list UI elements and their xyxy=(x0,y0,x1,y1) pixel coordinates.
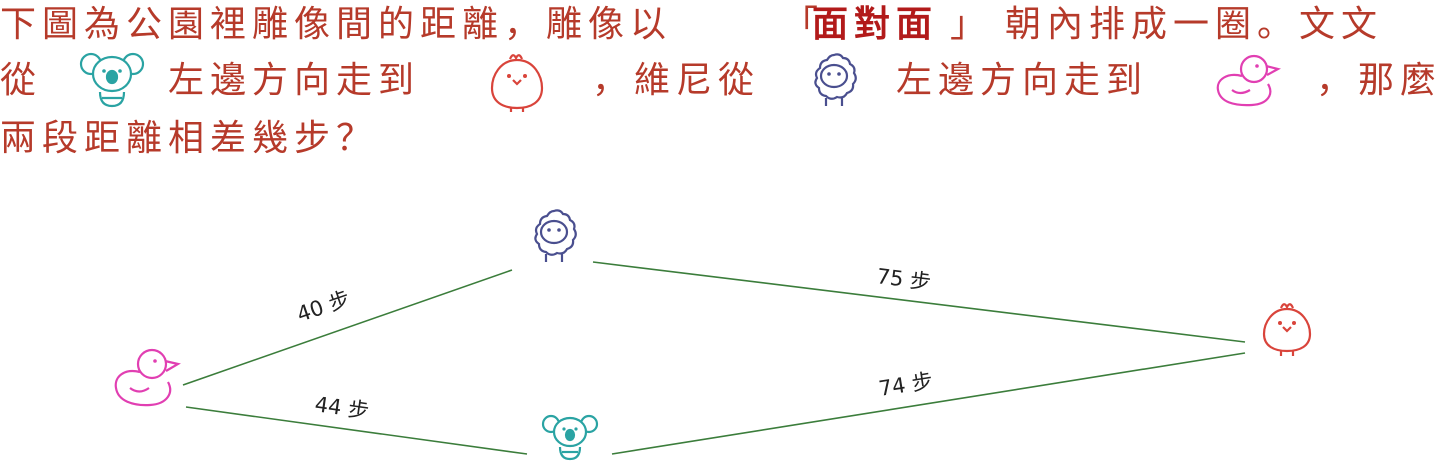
question-line-2: 從 左邊方向走到 ，維尼從 左邊方向走到 ，那麼 xyxy=(0,52,1442,112)
duck-icon xyxy=(114,348,181,407)
sheep-icon xyxy=(534,209,577,262)
sheep-icon xyxy=(814,53,857,106)
duck-icon xyxy=(1216,54,1282,107)
question-line-2-part-5: ，那麼 xyxy=(1316,60,1442,101)
question-line-2-part-1: 從 xyxy=(0,60,43,101)
emphasis-face-to-face: 面對面 xyxy=(812,4,939,45)
chick-icon xyxy=(490,54,544,112)
label-duck-koala: 44 步 xyxy=(313,392,370,423)
question-line-2-part-2: 左邊方向走到 xyxy=(168,60,421,101)
question-line-1-part-2: 朝內排成一圈。文文 xyxy=(1005,4,1384,45)
statue-diagram: 40 步 75 步 44 步 74 步 xyxy=(0,190,1442,469)
question-line-1: 下圖為公園裡雕像間的距離，雕像以 「 面對面 」 朝內排成一圈。文文 xyxy=(0,2,1442,48)
question-line-3: 兩段距離相差幾步？ xyxy=(0,116,1442,162)
bracket-close: 」 xyxy=(950,4,993,45)
chick-icon xyxy=(1262,303,1312,356)
label-koala-chick: 74 步 xyxy=(877,369,934,401)
koala-icon xyxy=(541,414,599,461)
diagram-canvas: 40 步 75 步 44 步 74 步 xyxy=(114,209,1312,461)
question-text: 下圖為公園裡雕像間的距離，雕像以 「 面對面 」 朝內排成一圈。文文 從 左邊方… xyxy=(0,0,1442,190)
question-line-2-part-4: 左邊方向走到 xyxy=(896,60,1149,101)
question-line-1-part-1: 下圖為公園裡雕像間的距離，雕像以 xyxy=(0,4,673,45)
koala-icon xyxy=(79,52,145,108)
label-sheep-chick: 75 步 xyxy=(875,264,932,294)
question-line-3-text: 兩段距離相差幾步？ xyxy=(0,118,379,159)
question-line-2-part-3: ，維尼從 xyxy=(592,60,761,101)
label-duck-sheep: 40 步 xyxy=(294,286,353,326)
edge-duck-sheep xyxy=(182,269,513,386)
